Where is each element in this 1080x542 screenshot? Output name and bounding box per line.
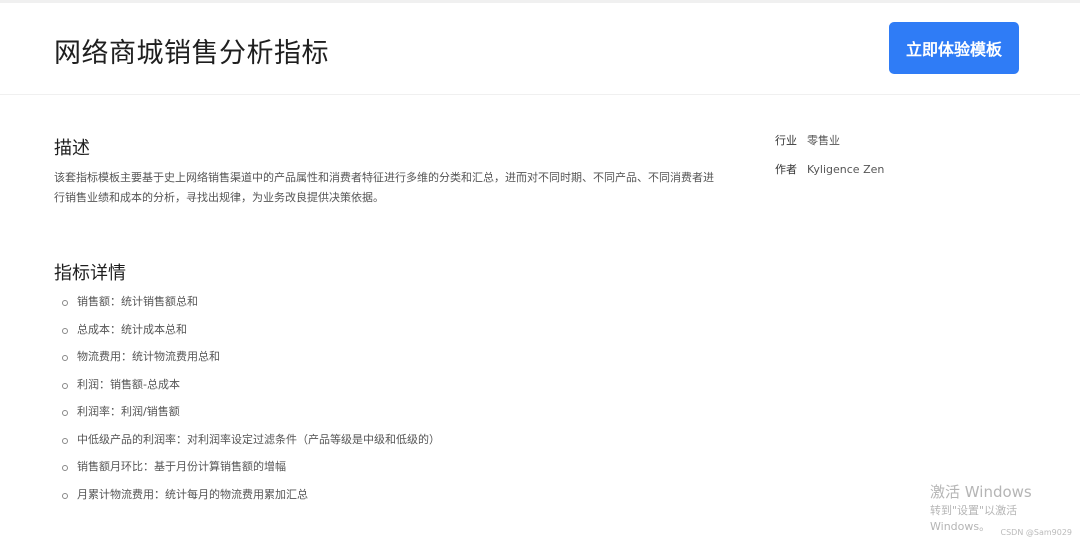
metric-text: 销售额：统计销售额总和 xyxy=(77,295,198,308)
bullet-icon xyxy=(62,355,68,361)
metric-text: 月累计物流费用：统计每月的物流费用累加汇总 xyxy=(77,487,308,501)
source-credit: CSDN @Sam9029 xyxy=(1000,528,1072,537)
bullet-icon xyxy=(62,410,68,416)
list-item: 中低级产品的利润率：对利润率设定过滤条件（产品等级是中级和低级的） xyxy=(54,426,440,454)
watermark-line1: 激活 Windows xyxy=(930,483,1032,501)
list-item: 销售额：统计销售额总和 xyxy=(54,288,440,316)
bullet-icon xyxy=(62,465,68,471)
description-text: 该套指标模板主要基于史上网络销售渠道中的产品属性和消费者特征进行多维的分类和汇总… xyxy=(54,171,714,204)
page-title: 网络商城销售分析指标 xyxy=(54,38,329,69)
metric-text: 中低级产品的利润率：对利润率设定过滤条件（产品等级是中级和低级的） xyxy=(77,432,440,446)
list-item: 月累计物流费用：统计每月的物流费用累加汇总 xyxy=(54,481,440,509)
list-item: 利润率：利润/销售额 xyxy=(54,398,440,426)
industry-row: 行业 零售业 xyxy=(775,130,884,159)
try-template-button[interactable]: 立即体验模板 xyxy=(889,22,1019,74)
metric-text: 销售额月环比：基于月份计算销售额的增幅 xyxy=(77,460,286,473)
author-label: 作者 xyxy=(775,163,797,176)
list-item: 利润：销售额-总成本 xyxy=(54,371,440,399)
meta-panel: 行业 零售业 作者 Kyligence Zen xyxy=(775,130,884,188)
metric-text: 利润：销售额-总成本 xyxy=(77,377,180,391)
metrics-title: 指标详情 xyxy=(54,263,126,284)
author-value: Kyligence Zen xyxy=(807,163,885,176)
bullet-icon xyxy=(62,382,68,389)
list-item: 销售额月环比：基于月份计算销售额的增幅 xyxy=(54,453,440,481)
description-title: 描述 xyxy=(54,138,90,159)
bullet-icon xyxy=(62,300,68,306)
list-item: 物流费用：统计物流费用总和 xyxy=(54,343,440,371)
metrics-list: 销售额：统计销售额总和 总成本：统计成本总和 物流费用：统计物流费用总和 利润：… xyxy=(54,288,440,508)
bullet-icon xyxy=(62,492,68,499)
list-item: 总成本：统计成本总和 xyxy=(54,316,440,344)
metric-text: 利润率：利润/销售额 xyxy=(77,405,180,418)
page-header: 网络商城销售分析指标 立即体验模板 xyxy=(0,3,1080,95)
bullet-icon xyxy=(62,437,68,444)
metric-text: 物流费用：统计物流费用总和 xyxy=(77,350,220,363)
industry-label: 行业 xyxy=(775,134,797,147)
metric-text: 总成本：统计成本总和 xyxy=(77,322,187,336)
bullet-icon xyxy=(62,327,68,334)
author-row: 作者 Kyligence Zen xyxy=(775,159,884,188)
industry-value: 零售业 xyxy=(807,134,840,147)
